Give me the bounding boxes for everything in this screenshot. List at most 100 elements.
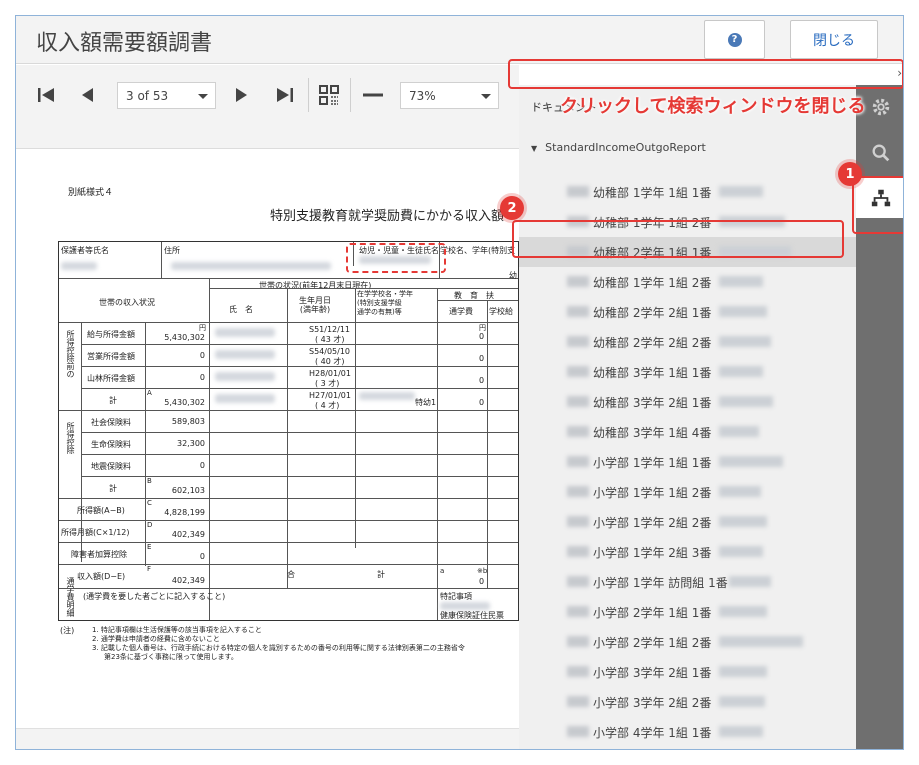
tree-item[interactable]: 小学部 1学年 2組 2番 [519, 507, 856, 537]
commute-note: (通学費を要した者ごとに記入すること) [83, 592, 226, 601]
form-number: 別紙様式４ [68, 188, 114, 198]
member-name-redacted [215, 328, 275, 337]
tree-item[interactable]: 小学部 1学年 2組 3番 [519, 537, 856, 567]
tree-item[interactable]: 幼稚部 3学年 2組 1番 [519, 387, 856, 417]
student-name-redacted [567, 276, 589, 287]
student-name-redacted [729, 576, 771, 587]
tree-item[interactable]: 小学部 4学年 1組 3番 [519, 747, 856, 749]
yen-mark: 円 [199, 324, 206, 332]
tree-item-label: 小学部 1学年 1組 1番 [593, 456, 712, 470]
help-button[interactable]: ? [704, 20, 765, 59]
guardian-name-redacted [61, 262, 97, 270]
zoom-out-icon[interactable] [361, 83, 385, 107]
search-tab[interactable] [856, 133, 903, 173]
prev-page-icon[interactable] [76, 83, 100, 107]
member-name-redacted [215, 372, 275, 381]
tree-item[interactable]: 小学部 1学年 1組 2番 [519, 477, 856, 507]
expand-triangle-icon[interactable]: ▼ [531, 144, 537, 153]
salary-label: 給与所得金額 [87, 330, 135, 339]
letter-c: C [147, 499, 152, 507]
social-ins-label: 社会保険料 [91, 418, 131, 427]
birth-date-3: H28/01/01 [309, 369, 351, 378]
tree-item[interactable]: 小学部 2学年 1組 2番 [519, 627, 856, 657]
student-name-redacted [567, 726, 589, 737]
page-select[interactable]: 3 of 53 [117, 82, 216, 109]
school-grade-mark: 幼 [509, 271, 517, 280]
monthly-value: 402,349 [171, 530, 205, 539]
student-name-redacted [567, 366, 589, 377]
disabled-label: 障害者加算控除 [71, 550, 127, 559]
last-page-icon[interactable] [273, 83, 297, 107]
tree-item[interactable]: 幼稚部 3学年 1組 4番 [519, 417, 856, 447]
tree-item-label: 小学部 1学年 2組 2番 [593, 516, 712, 530]
school-supply-col-header: 学校給 [489, 307, 513, 316]
tree-item[interactable]: 小学部 1学年 1組 1番 [519, 447, 856, 477]
student-name-redacted [719, 636, 803, 647]
notes-label: (注) [60, 626, 75, 635]
tree-item[interactable]: 小学部 3学年 2組 1番 [519, 657, 856, 687]
commute-value-1: 0 [479, 332, 485, 341]
next-page-icon[interactable] [229, 83, 253, 107]
tree-item[interactable]: 幼稚部 2学年 2組 2番 [519, 327, 856, 357]
school-label: 学校名、学年(特別支 [440, 246, 516, 255]
document-viewer[interactable]: 別紙様式４ 特別支援教育就学奨励費にかかる収入額 保護者等氏名 住所 幼児・児童… [16, 149, 519, 729]
tree-item[interactable]: 小学部 4学年 1組 1番 [519, 717, 856, 747]
report-viewer-window: 収入額需要額調書 ? 閉じる 3 of 53 73% 別紙様式４ 特別支援教育就… [15, 15, 904, 750]
student-name-redacted [567, 426, 589, 437]
first-page-icon[interactable] [34, 83, 58, 107]
tree-item-label: 幼稚部 3学年 1組 4番 [593, 426, 712, 440]
tree-item[interactable]: 小学部 2学年 1組 1番 [519, 597, 856, 627]
tree-item[interactable]: 幼稚部 3学年 1組 1番 [519, 357, 856, 387]
toolbar-divider [350, 78, 351, 112]
total-label-1: 合 [287, 570, 295, 579]
letter-e: E [147, 543, 152, 551]
student-name-redacted [719, 366, 763, 377]
guardian-label: 保護者等氏名 [61, 246, 109, 255]
business-label: 営業所得金額 [87, 352, 135, 361]
income-ab-label: 所得額(A−B) [77, 506, 125, 515]
tree-item-label: 幼稚部 2学年 2組 1番 [593, 306, 712, 320]
report-heading: 特別支援教育就学奨励費にかかる収入額 [270, 209, 505, 224]
chevron-down-icon [481, 94, 491, 99]
close-button[interactable]: 閉じる [790, 20, 878, 59]
birth-date-2: S54/05/10 [309, 347, 351, 356]
birth-age-2: ( 40 才) [315, 357, 345, 366]
viewer-status-bar [16, 728, 519, 749]
tree-item[interactable]: 幼稚部 1学年 1組 2番 [519, 267, 856, 297]
tree-item-label: 小学部 3学年 2組 2番 [593, 696, 712, 710]
total-b-label: 計 [109, 484, 117, 493]
quake-ins-label: 地震保険料 [91, 462, 131, 471]
zoom-select-value: 73% [409, 89, 436, 103]
student-name-redacted [719, 456, 783, 467]
tree-item-label: 幼稚部 1学年 1組 1番 [593, 186, 712, 200]
student-name-redacted [567, 186, 589, 197]
birth-date-1: S51/12/11 [309, 325, 351, 334]
student-name-redacted [567, 576, 589, 587]
multi-page-icon[interactable] [317, 83, 341, 107]
tree-item-label: 幼稚部 3学年 2組 1番 [593, 396, 712, 410]
commute-value-3: 0 [479, 376, 485, 385]
birth-age-1: ( 43 才) [315, 335, 345, 344]
student-name-redacted [567, 306, 589, 317]
report-page: 別紙様式４ 特別支援教育就学奨励費にかかる収入額 保護者等氏名 住所 幼児・児童… [16, 149, 519, 669]
quake-ins-value: 0 [199, 461, 205, 470]
school-name-redacted [359, 392, 415, 400]
income-table: 保護者等氏名 住所 幼児・児童・生徒氏名 学校名、学年(特別支 幼 世帯の状況(… [58, 241, 519, 621]
zoom-select[interactable]: 73% [400, 82, 499, 109]
tree-root[interactable]: ▼ StandardIncomeOutgoReport [531, 141, 706, 154]
gear-icon [872, 98, 889, 116]
tree-item[interactable]: 幼稚部 2学年 2組 1番 [519, 297, 856, 327]
tree-item[interactable]: 小学部 3学年 2組 2番 [519, 687, 856, 717]
selected-item-highlight [512, 220, 844, 258]
special-notes-redacted [440, 602, 490, 610]
commute-value-4: 0 [479, 398, 485, 407]
tree-item-label: 幼稚部 3学年 1組 1番 [593, 366, 712, 380]
birth-age-4: ( 4 才) [315, 401, 340, 410]
tree-item[interactable]: 小学部 1学年 訪問組 1番 [519, 567, 856, 597]
document-map-panel: ドキュメント ▼ StandardIncomeOutgoReport 幼稚部 1学… [519, 85, 856, 749]
tree-item[interactable]: 幼稚部 1学年 1組 1番 [519, 177, 856, 207]
letter-a: A [147, 389, 152, 397]
student-name-redacted [719, 276, 763, 287]
student-name-redacted [719, 306, 767, 317]
tree-item-label: 小学部 1学年 訪問組 1番 [593, 576, 728, 590]
